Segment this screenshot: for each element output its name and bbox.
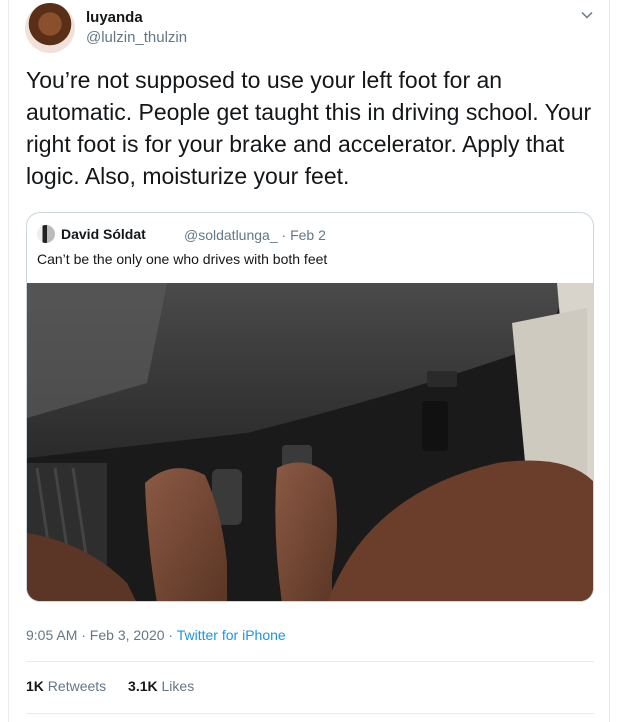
- tweet-text: You’re not supposed to use your left foo…: [26, 67, 592, 189]
- quoted-tweet-photo[interactable]: [27, 283, 593, 601]
- retweets-label: Retweets: [47, 678, 107, 694]
- quoted-author-handle: @soldatlunga_: [184, 227, 278, 243]
- quoted-author-avatar: [37, 225, 55, 243]
- likes-label: Likes: [161, 678, 195, 694]
- quoted-tweet-date: · Feb 2: [281, 227, 326, 243]
- tweet-stats: 1K Retweets 3.1K Likes: [26, 678, 212, 694]
- retweets-count: 1K: [26, 678, 44, 694]
- tweet-time-date[interactable]: 9:05 AM · Feb 3, 2020 ·: [26, 627, 173, 643]
- car-footwell-photo: [27, 283, 593, 601]
- author-avatar[interactable]: [25, 3, 75, 53]
- retweets-stat[interactable]: 1K Retweets: [26, 678, 110, 694]
- author-display-name[interactable]: luyanda: [86, 9, 143, 26]
- divider: [26, 713, 594, 714]
- tweet-source-link[interactable]: Twitter for iPhone: [177, 627, 286, 643]
- quoted-tweet-text: Can’t be the only one who drives with bo…: [37, 251, 328, 267]
- quoted-author-display-name: David Sóldat: [61, 226, 146, 242]
- chevron-down-icon-glyph: [581, 11, 593, 19]
- likes-count: 3.1K: [128, 678, 158, 694]
- quoted-tweet[interactable]: David Sóldat @soldatlunga_ · Feb 2 Can’t…: [26, 212, 594, 602]
- likes-stat[interactable]: 3.1K Likes: [128, 678, 194, 694]
- author-handle[interactable]: @lulzin_thulzin: [86, 29, 187, 46]
- divider: [26, 661, 594, 662]
- quoted-author-meta: @soldatlunga_ · Feb 2: [184, 227, 326, 243]
- tweet-timestamp: 9:05 AM · Feb 3, 2020 · Twitter for iPho…: [26, 627, 286, 643]
- chevron-down-icon[interactable]: [578, 8, 596, 26]
